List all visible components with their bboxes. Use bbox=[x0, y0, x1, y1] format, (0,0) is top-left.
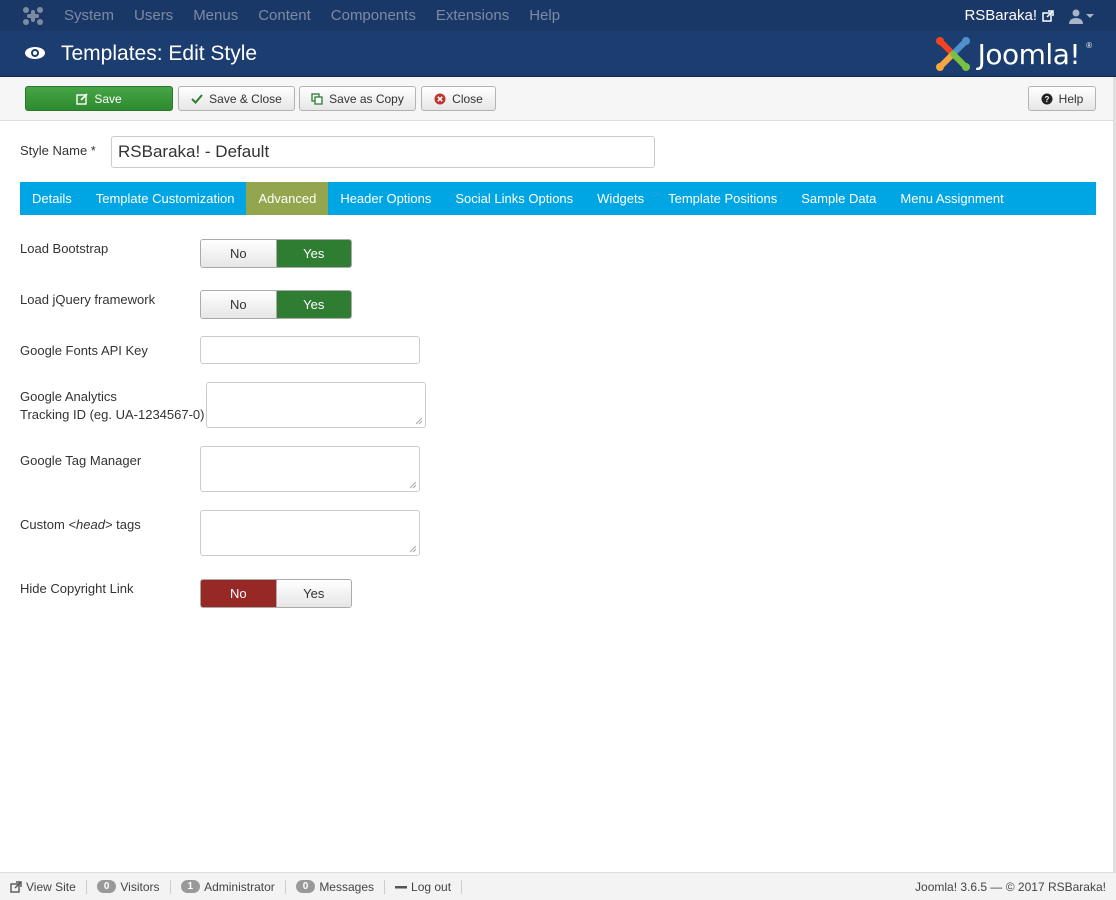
resize-grip-icon[interactable] bbox=[415, 417, 423, 425]
hide-copyright-no[interactable]: No bbox=[201, 580, 276, 607]
tab-header-options[interactable]: Header Options bbox=[328, 182, 443, 215]
page-header: Templates: Edit Style Joomla! ® bbox=[0, 31, 1116, 77]
save-button[interactable]: Save bbox=[25, 86, 173, 111]
menu-menus[interactable]: Menus bbox=[193, 0, 238, 31]
eye-icon bbox=[25, 47, 45, 59]
tab-bar: Details Template Customization Advanced … bbox=[20, 182, 1096, 215]
custom-head-tags-textarea[interactable] bbox=[200, 510, 420, 556]
google-analytics-label-line1: Google Analytics bbox=[20, 389, 117, 404]
messages-count-badge: 0 bbox=[295, 880, 316, 893]
menu-help[interactable]: Help bbox=[529, 0, 560, 31]
status-bar: View Site 0 Visitors 1 Administrator 0 M… bbox=[0, 872, 1116, 900]
joomla-logo-icon[interactable] bbox=[22, 6, 44, 26]
top-menu-bar: System Users Menus Content Components Ex… bbox=[0, 0, 1116, 31]
custom-head-tags-label: Custom <head> tags bbox=[20, 516, 141, 534]
site-name: RSBaraka! bbox=[964, 7, 1037, 24]
load-jquery-yes[interactable]: Yes bbox=[275, 291, 351, 318]
user-icon[interactable] bbox=[1068, 8, 1084, 24]
google-tag-manager-label: Google Tag Manager bbox=[20, 453, 142, 468]
help-label: Help bbox=[1058, 91, 1084, 106]
google-fonts-label: Google Fonts API Key bbox=[20, 343, 148, 358]
view-site-label: View Site bbox=[26, 879, 76, 894]
hide-copyright-yes[interactable]: Yes bbox=[275, 580, 351, 607]
google-analytics-label-line2: Tracking ID (eg. UA-1234567-0) bbox=[20, 407, 205, 422]
save-close-label: Save & Close bbox=[209, 91, 282, 106]
google-tag-manager-textarea[interactable] bbox=[200, 446, 420, 492]
registered-mark: ® bbox=[1086, 41, 1092, 50]
tab-template-positions[interactable]: Template Positions bbox=[656, 182, 789, 215]
tab-widgets[interactable]: Widgets bbox=[585, 182, 656, 215]
check-icon bbox=[191, 93, 203, 104]
administrator-status[interactable]: 1 Administrator bbox=[171, 879, 286, 894]
load-jquery-toggle: No Yes bbox=[200, 290, 352, 319]
help-button[interactable]: ? Help bbox=[1028, 86, 1096, 111]
style-name-input[interactable] bbox=[111, 136, 655, 168]
save-as-copy-label: Save as Copy bbox=[329, 91, 404, 106]
save-label: Save bbox=[94, 91, 122, 106]
edit-icon bbox=[76, 92, 88, 105]
user-menu-caret[interactable] bbox=[1086, 14, 1094, 18]
google-fonts-input[interactable] bbox=[200, 336, 420, 364]
joomla-brand-icon bbox=[935, 37, 970, 71]
close-button[interactable]: Close bbox=[421, 86, 496, 111]
admin-count-badge: 1 bbox=[180, 880, 201, 893]
joomla-wordmark: Joomla! bbox=[977, 37, 1081, 71]
visitors-count-badge: 0 bbox=[96, 880, 117, 893]
load-jquery-no[interactable]: No bbox=[201, 291, 276, 318]
google-analytics-textarea[interactable] bbox=[206, 382, 426, 428]
tab-template-customization[interactable]: Template Customization bbox=[84, 182, 247, 215]
save-as-copy-button[interactable]: Save as Copy bbox=[299, 86, 416, 111]
logout-link[interactable]: Log out bbox=[385, 879, 463, 894]
site-link[interactable]: RSBaraka! bbox=[964, 0, 1054, 31]
svg-text:?: ? bbox=[1044, 95, 1049, 104]
joomla-brand: Joomla! ® bbox=[934, 35, 1092, 73]
page-title: Templates: Edit Style bbox=[61, 42, 258, 65]
visitors-status[interactable]: 0 Visitors bbox=[87, 879, 171, 894]
tab-details[interactable]: Details bbox=[20, 182, 84, 215]
tab-social-links-options[interactable]: Social Links Options bbox=[443, 182, 585, 215]
minus-icon bbox=[395, 885, 408, 888]
logout-label: Log out bbox=[411, 879, 452, 894]
menu-users[interactable]: Users bbox=[134, 0, 173, 31]
menu-system[interactable]: System bbox=[64, 0, 114, 31]
copy-icon bbox=[311, 92, 323, 105]
custom-head-label-em: <head> bbox=[68, 517, 113, 532]
external-link-icon bbox=[10, 880, 22, 893]
resize-grip-icon[interactable] bbox=[409, 481, 417, 489]
google-analytics-label: Google Analytics Tracking ID (eg. UA-123… bbox=[20, 388, 205, 424]
administrator-label: Administrator bbox=[204, 879, 275, 894]
visitors-label: Visitors bbox=[120, 879, 160, 894]
messages-status[interactable]: 0 Messages bbox=[286, 879, 386, 894]
load-bootstrap-no[interactable]: No bbox=[201, 240, 276, 267]
load-jquery-label: Load jQuery framework bbox=[20, 292, 156, 307]
copyright-text: Joomla! 3.6.5 — © 2017 RSBaraka! bbox=[915, 880, 1106, 894]
hide-copyright-label: Hide Copyright Link bbox=[20, 581, 134, 596]
load-bootstrap-yes[interactable]: Yes bbox=[275, 240, 351, 267]
style-name-label: Style Name * bbox=[20, 143, 96, 158]
load-bootstrap-label: Load Bootstrap bbox=[20, 241, 109, 256]
hide-copyright-toggle: No Yes bbox=[200, 579, 352, 608]
tab-menu-assignment[interactable]: Menu Assignment bbox=[888, 182, 1015, 215]
view-site-link[interactable]: View Site bbox=[0, 879, 87, 894]
tab-advanced[interactable]: Advanced bbox=[246, 182, 329, 215]
toolbar: Save Save & Close Save as Copy Close ? H… bbox=[0, 77, 1116, 121]
external-link-icon bbox=[1042, 9, 1054, 22]
menu-components[interactable]: Components bbox=[331, 0, 416, 31]
close-circle-icon bbox=[434, 93, 446, 104]
help-circle-icon: ? bbox=[1041, 93, 1053, 104]
tab-sample-data[interactable]: Sample Data bbox=[789, 182, 888, 215]
menu-content[interactable]: Content bbox=[258, 0, 311, 31]
menu-extensions[interactable]: Extensions bbox=[436, 0, 509, 31]
custom-head-label-pre: Custom bbox=[20, 517, 69, 532]
top-menu: System Users Menus Content Components Ex… bbox=[64, 0, 580, 31]
close-label: Close bbox=[452, 91, 483, 106]
load-bootstrap-toggle: No Yes bbox=[200, 239, 352, 268]
custom-head-label-post: tags bbox=[112, 517, 141, 532]
resize-grip-icon[interactable] bbox=[409, 545, 417, 553]
save-close-button[interactable]: Save & Close bbox=[178, 86, 295, 111]
messages-label: Messages bbox=[319, 879, 375, 894]
